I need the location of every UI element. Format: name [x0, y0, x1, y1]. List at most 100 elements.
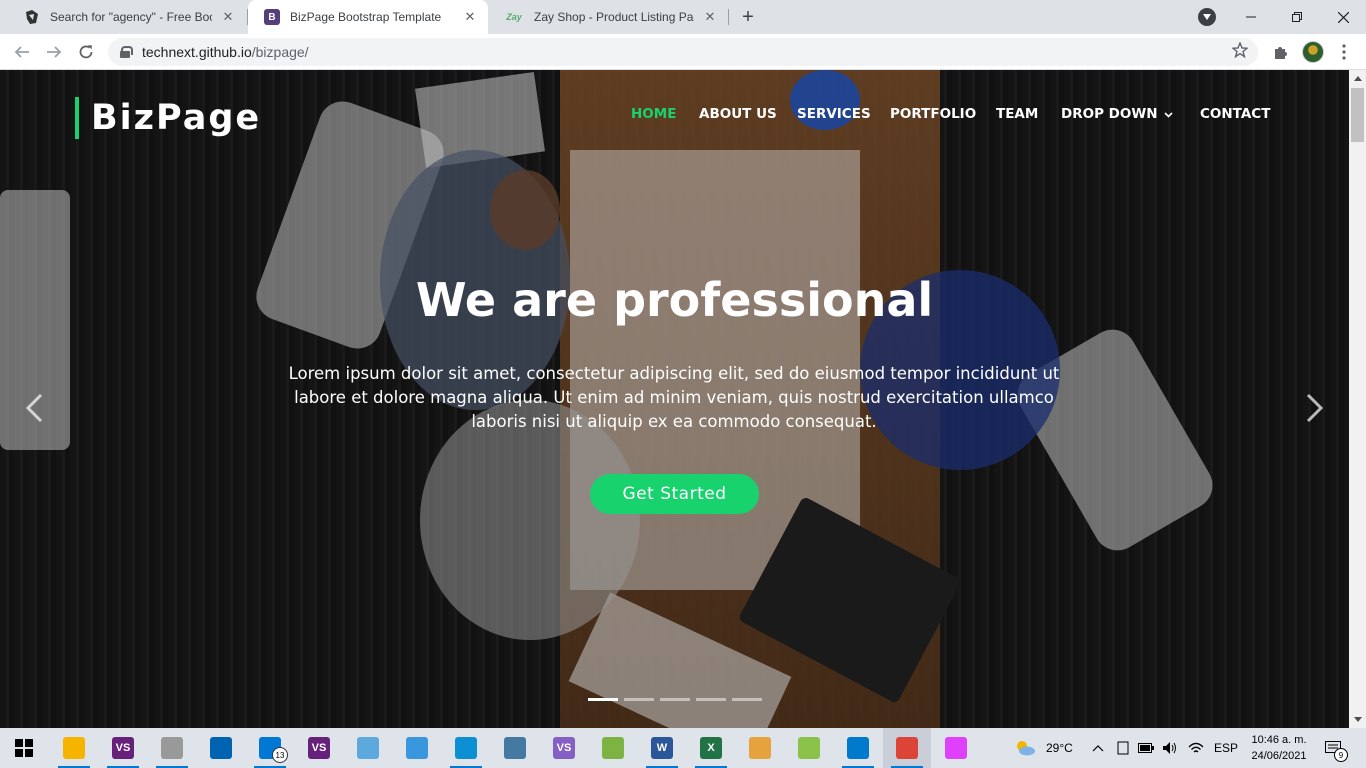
- app-icon: [210, 737, 232, 759]
- close-icon[interactable]: ✕: [220, 9, 236, 25]
- clock-time: 10:46 a. m.: [1251, 734, 1307, 746]
- taskbar-app-media[interactable]: [344, 728, 392, 768]
- edge-icon: [455, 737, 477, 759]
- app-badge-count: 13: [272, 747, 288, 763]
- tab-search-button[interactable]: [1198, 8, 1216, 26]
- taskbar-app-visual-studio[interactable]: VS: [540, 728, 588, 768]
- tool-icon: [161, 737, 183, 759]
- get-started-button[interactable]: Get Started: [590, 474, 759, 514]
- nav-drop-down-label: DROP DOWN: [1061, 106, 1158, 122]
- bootstrap-b-icon: B: [264, 9, 280, 25]
- taskbar-app-word[interactable]: W: [638, 728, 686, 768]
- taskbar-app-app-drop[interactable]: [932, 728, 980, 768]
- taskbar-app-app[interactable]: [197, 728, 245, 768]
- carousel-indicator-5[interactable]: [732, 698, 762, 701]
- lock-icon[interactable]: [120, 46, 133, 58]
- scrollbar-thumb[interactable]: [1351, 88, 1364, 142]
- new-tab-button[interactable]: +: [736, 5, 760, 29]
- carousel-indicator-3[interactable]: [660, 698, 690, 701]
- show-hidden-icons-button[interactable]: [1092, 728, 1104, 768]
- close-icon[interactable]: ✕: [462, 9, 478, 25]
- weather-temperature: 29°C: [1046, 741, 1073, 755]
- site-header: BizPage HOME ABOUT US SERVICES PORTFOLIO…: [0, 70, 1349, 160]
- nav-services[interactable]: SERVICES: [797, 106, 871, 122]
- carousel-indicator-1[interactable]: [588, 698, 618, 701]
- taskbar-app-azure-data-studio[interactable]: [393, 728, 441, 768]
- scroll-down-arrow-icon[interactable]: [1349, 711, 1366, 728]
- address-bar[interactable]: technext.github.io/bizpage/: [108, 38, 1258, 66]
- site-logo[interactable]: BizPage: [75, 97, 261, 139]
- nav-contact[interactable]: CONTACT: [1200, 106, 1270, 122]
- carousel-indicator-4[interactable]: [696, 698, 726, 701]
- weather-cloud-icon: [1017, 741, 1035, 756]
- system-clock[interactable]: 10:46 a. m. 24/06/2021: [1244, 732, 1314, 764]
- carousel-next-icon[interactable]: [1295, 388, 1335, 428]
- volume-icon[interactable]: [1162, 728, 1178, 768]
- profile-avatar[interactable]: [1302, 41, 1324, 63]
- tab-bizpage[interactable]: B BizPage Bootstrap Template ✕: [248, 0, 488, 34]
- visual-studio-icon: VS: [112, 737, 134, 759]
- close-window-button[interactable]: [1320, 0, 1366, 34]
- taskbar-app-paint[interactable]: [736, 728, 784, 768]
- logo-text: BizPage: [91, 98, 262, 138]
- taskbar-app-visual-studio[interactable]: VS: [99, 728, 147, 768]
- nav-team[interactable]: TEAM: [996, 106, 1038, 122]
- nav-home[interactable]: HOME: [631, 106, 676, 122]
- back-button[interactable]: [8, 38, 36, 66]
- wifi-icon[interactable]: [1188, 728, 1204, 768]
- restore-button[interactable]: [1274, 0, 1320, 34]
- taskbar-app-tool[interactable]: [148, 728, 196, 768]
- paint-icon-2: [798, 737, 820, 759]
- tab-search-agency[interactable]: Search for "agency" - Free Bootstrap ✕: [8, 0, 246, 34]
- app-drop-icon: [945, 737, 967, 759]
- tab-title: Zay Shop - Product Listing Page: [534, 10, 694, 24]
- extensions-icon[interactable]: [1266, 38, 1294, 66]
- notification-count: 9: [1334, 748, 1348, 762]
- hero-title: We are professional: [415, 273, 934, 327]
- taskbar-app-excel[interactable]: X: [687, 728, 735, 768]
- carousel-indicators: [588, 698, 762, 701]
- page-scrollbar[interactable]: [1349, 70, 1366, 728]
- reload-button[interactable]: [72, 38, 100, 66]
- clock-date: 24/06/2021: [1251, 750, 1307, 762]
- bookmark-star-icon[interactable]: [1231, 41, 1249, 63]
- taskbar-app-mail[interactable]: 13: [246, 728, 294, 768]
- close-icon[interactable]: ✕: [702, 9, 718, 25]
- start-button[interactable]: [0, 728, 48, 768]
- tab-title: Search for "agency" - Free Bootstrap: [50, 10, 212, 24]
- taskbar-app-git[interactable]: [589, 728, 637, 768]
- forward-button[interactable]: [40, 38, 68, 66]
- minimize-button[interactable]: [1228, 0, 1274, 34]
- nav-about-us[interactable]: ABOUT US: [699, 106, 777, 122]
- battery-icon[interactable]: [1138, 728, 1154, 768]
- chevron-up-icon: [1092, 745, 1104, 752]
- chevron-down-icon: [1163, 110, 1173, 121]
- tray-device-icon[interactable]: [1116, 728, 1130, 768]
- excel-icon: X: [700, 737, 722, 759]
- notifications-button[interactable]: 9: [1322, 738, 1348, 762]
- url-text: technext.github.io/bizpage/: [142, 44, 309, 60]
- input-language[interactable]: ESP: [1214, 728, 1238, 768]
- taskbar-app-mysql-workbench[interactable]: [491, 728, 539, 768]
- taskbar-app-visual-studio[interactable]: VS: [295, 728, 343, 768]
- git-icon: [602, 737, 624, 759]
- taskbar-app-paint[interactable]: [785, 728, 833, 768]
- taskbar-app-chrome[interactable]: [883, 728, 931, 768]
- scroll-up-arrow-icon[interactable]: [1349, 70, 1366, 87]
- chrome-icon: [896, 737, 918, 759]
- visual-studio-icon-3: VS: [553, 737, 575, 759]
- browser-menu-icon[interactable]: [1332, 38, 1356, 66]
- word-icon: W: [651, 737, 673, 759]
- taskbar-app-file-explorer[interactable]: [50, 728, 98, 768]
- tab-zay-shop[interactable]: Zay Zay Shop - Product Listing Page ✕: [488, 0, 728, 34]
- hero-image-head: [490, 170, 560, 250]
- nav-portfolio[interactable]: PORTFOLIO: [890, 106, 976, 122]
- taskbar-app-edge[interactable]: [442, 728, 490, 768]
- hero-description: Lorem ipsum dolor sit amet, consectetur …: [288, 364, 1060, 431]
- vscode-icon: [847, 737, 869, 759]
- weather-widget[interactable]: 29°C: [1014, 728, 1073, 768]
- nav-drop-down[interactable]: DROP DOWN: [1061, 106, 1173, 122]
- taskbar-app-vscode[interactable]: [834, 728, 882, 768]
- carousel-prev-icon[interactable]: [14, 388, 54, 428]
- carousel-indicator-2[interactable]: [624, 698, 654, 701]
